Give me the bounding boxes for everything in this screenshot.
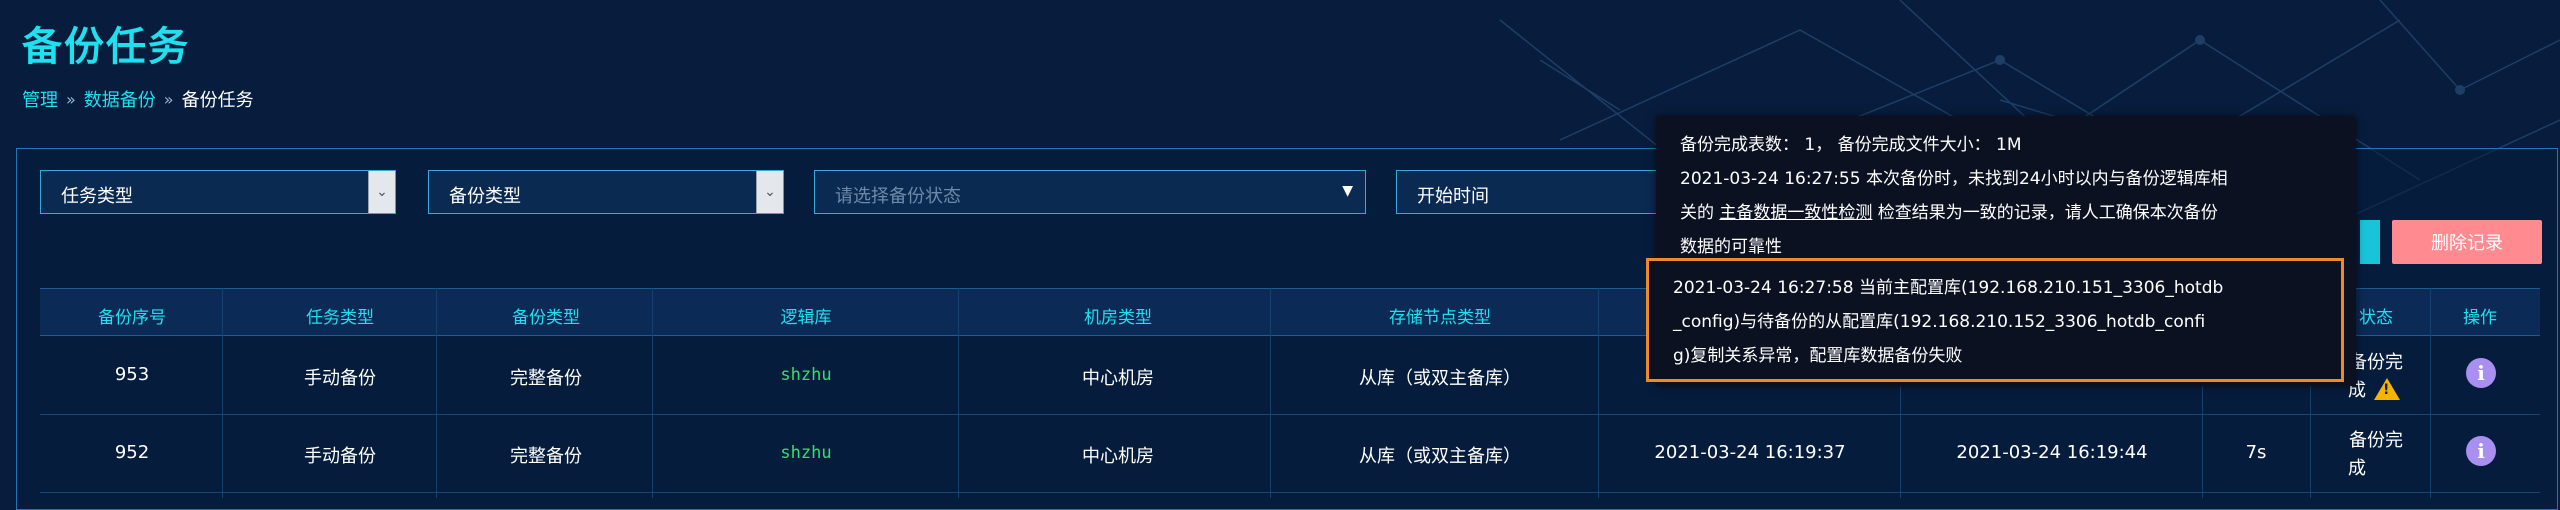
col-header-backup-type[interactable]: 备份类型 xyxy=(512,303,580,328)
tooltip-error-highlight: 2021-03-24 16:27:58 当前主配置库(192.168.210.1… xyxy=(1646,258,2344,382)
breadcrumb-separator: » xyxy=(163,89,174,109)
tooltip-text: 关的 xyxy=(1680,203,1720,223)
tooltip-error: g)复制关系异常，配置库数据备份失败 xyxy=(1673,346,1963,366)
cell-end-time: 2021-03-24 16:19:44 xyxy=(1956,442,2148,463)
cell-task-type: 手动备份 xyxy=(304,368,376,389)
col-header-seq[interactable]: 备份序号 xyxy=(98,303,166,328)
tooltip-message: 关的 主备数据一致性检测 检查结果为一致的记录，请人工确保本次备份 xyxy=(1680,198,2218,223)
cell-status: 备份完 xyxy=(2349,430,2403,451)
cell-room-type: 中心机房 xyxy=(1082,446,1154,467)
chevron-down-icon[interactable]: ⌄ xyxy=(368,171,395,213)
chevron-down-icon[interactable]: ⌄ xyxy=(756,171,783,213)
cell-status: 备份完 xyxy=(2349,352,2403,373)
backup-status-select[interactable]: 请选择备份状态 ▼ xyxy=(814,170,1366,214)
cell-node-type: 从库（或双主备库） xyxy=(1359,446,1521,467)
warning-icon[interactable]: ! xyxy=(2374,378,2400,400)
breadcrumb: 管理 » 数据备份 » 备份任务 xyxy=(22,86,254,112)
cell-logic-db: shzhu xyxy=(780,365,832,385)
col-header-room-type[interactable]: 机房类型 xyxy=(1084,303,1152,328)
backup-type-select-value: 备份类型 xyxy=(449,186,521,207)
cell-backup-type: 完整备份 xyxy=(510,368,582,389)
cell-room-type: 中心机房 xyxy=(1082,368,1154,389)
col-header-node-type[interactable]: 存储节点类型 xyxy=(1389,303,1491,328)
search-button[interactable] xyxy=(2360,220,2380,264)
col-header-op: 操作 xyxy=(2463,308,2497,328)
cell-seq: 953 xyxy=(114,364,150,385)
tooltip-summary: 备份完成表数： 1， 备份完成文件大小： 1M xyxy=(1680,135,2022,155)
start-time-input[interactable]: 开始时间 xyxy=(1396,170,1676,214)
info-icon[interactable]: i xyxy=(2466,436,2496,466)
col-header-logic-db[interactable]: 逻辑库 xyxy=(781,303,832,328)
cell-logic-db: shzhu xyxy=(780,443,832,463)
breadcrumb-separator: » xyxy=(66,89,76,109)
tooltip-message: 数据的可靠性 xyxy=(1680,237,1782,257)
info-icon[interactable]: i xyxy=(2466,358,2496,388)
cell-start-time: 2021-03-24 16:19:37 xyxy=(1654,442,1846,463)
cell-seq: 952 xyxy=(114,442,150,463)
task-type-select-value: 任务类型 xyxy=(61,186,133,207)
cell-status-cont: 成 xyxy=(2348,458,2366,479)
tooltip-message: 2021-03-24 16:27:55 本次备份时，未找到24小时以内与备份逻辑… xyxy=(1680,169,2228,189)
task-type-select[interactable]: 任务类型 ⌄ xyxy=(40,170,396,214)
tooltip-text: 检查结果为一致的记录，请人工确保本次备份 xyxy=(1872,203,2218,223)
breadcrumb-item-backup-task: 备份任务 xyxy=(181,90,254,111)
cell-duration: 7s xyxy=(2245,442,2267,463)
start-time-label: 开始时间 xyxy=(1417,186,1489,207)
cell-backup-type: 完整备份 xyxy=(510,446,582,467)
consistency-check-link[interactable]: 主备数据一致性检测 xyxy=(1719,203,1872,223)
caret-down-icon[interactable]: ▼ xyxy=(1342,183,1353,199)
col-header-task-type[interactable]: 任务类型 xyxy=(306,303,374,328)
breadcrumb-item-admin[interactable]: 管理 xyxy=(22,86,58,112)
tooltip-error: _config)与待备份的从配置库(192.168.210.152_3306_h… xyxy=(1673,312,2206,332)
col-header-status[interactable]: 状态 xyxy=(2359,303,2393,328)
tooltip-error: 2021-03-24 16:27:58 当前主配置库(192.168.210.1… xyxy=(1673,278,2224,298)
backup-status-placeholder: 请选择备份状态 xyxy=(835,186,961,207)
table-row: 952 手动备份 完整备份 shzhu 中心机房 从库（或双主备库） 2021-… xyxy=(40,414,2540,493)
backup-type-select[interactable]: 备份类型 ⌄ xyxy=(428,170,784,214)
cell-task-type: 手动备份 xyxy=(304,446,376,467)
delete-records-button[interactable]: 删除记录 xyxy=(2392,220,2542,264)
breadcrumb-item-data-backup[interactable]: 数据备份 xyxy=(84,86,156,112)
cell-node-type: 从库（或双主备库） xyxy=(1359,368,1521,389)
page-title: 备份任务 xyxy=(22,24,190,70)
